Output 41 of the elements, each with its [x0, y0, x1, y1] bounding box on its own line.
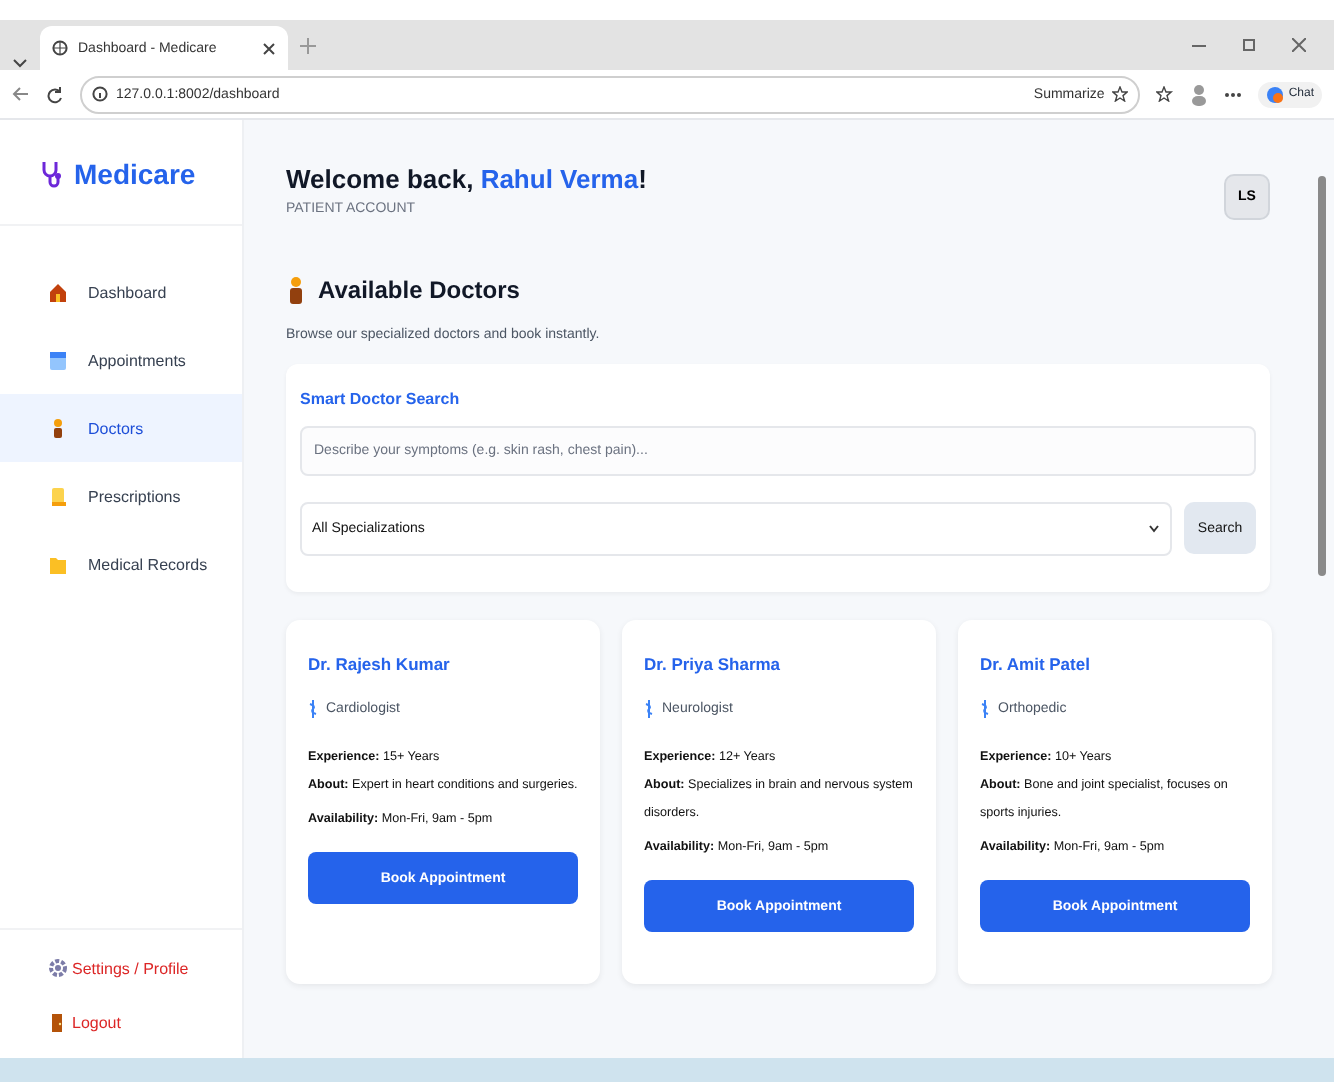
- globe-icon: [52, 40, 68, 56]
- calendar-icon: [48, 349, 68, 371]
- info-icon: [92, 86, 108, 102]
- search-title: Smart Doctor Search: [300, 390, 462, 408]
- folder-icon: [48, 553, 68, 575]
- section-title: Available Doctors: [318, 276, 520, 304]
- sidebar-item[interactable]: Medical Records: [0, 530, 242, 598]
- sidebar-item[interactable]: Doctors: [0, 394, 242, 462]
- star-icon[interactable]: [1112, 86, 1129, 102]
- gear-icon: [48, 958, 68, 980]
- close-icon[interactable]: [262, 41, 276, 55]
- caduceus-icon: [644, 700, 654, 718]
- person-icon: [286, 276, 306, 304]
- reload-icon[interactable]: [46, 85, 64, 103]
- maximize-icon[interactable]: [1242, 38, 1256, 52]
- stethoscope-icon: [40, 160, 64, 188]
- doctor-name: Dr. Priya Sharma: [644, 654, 781, 674]
- sidebar-link[interactable]: Settings / Profile: [48, 958, 242, 980]
- door-icon: [48, 1012, 68, 1034]
- back-icon[interactable]: [12, 86, 30, 102]
- close-icon[interactable]: [1292, 38, 1306, 52]
- app-logo-text: Medicare: [74, 158, 196, 190]
- sidebar-item[interactable]: Dashboard: [0, 258, 242, 326]
- sidebar-item[interactable]: Appointments: [0, 326, 242, 394]
- profile-icon[interactable]: [1190, 83, 1209, 105]
- sidebar-item[interactable]: Prescriptions: [0, 462, 242, 530]
- doctor-name: Dr. Rajesh Kumar: [308, 654, 450, 674]
- caduceus-icon: [308, 700, 318, 718]
- person-icon: [48, 417, 68, 439]
- doctor-name: Dr. Amit Patel: [980, 654, 1090, 674]
- house-icon: [48, 281, 68, 303]
- chevron-down-icon[interactable]: [12, 54, 28, 70]
- welcome-heading: Welcome back, Rahul Verma!: [286, 164, 647, 194]
- more-icon[interactable]: [1224, 91, 1243, 97]
- chevron-down-icon: [1148, 524, 1160, 534]
- copilot-icon: [1266, 85, 1285, 103]
- scrollbar-thumb[interactable]: [1318, 176, 1326, 576]
- sidebar-link[interactable]: Logout: [48, 1012, 242, 1034]
- scroll-icon: [48, 485, 68, 507]
- favorites-icon[interactable]: [1156, 86, 1175, 102]
- caduceus-icon: [980, 700, 990, 718]
